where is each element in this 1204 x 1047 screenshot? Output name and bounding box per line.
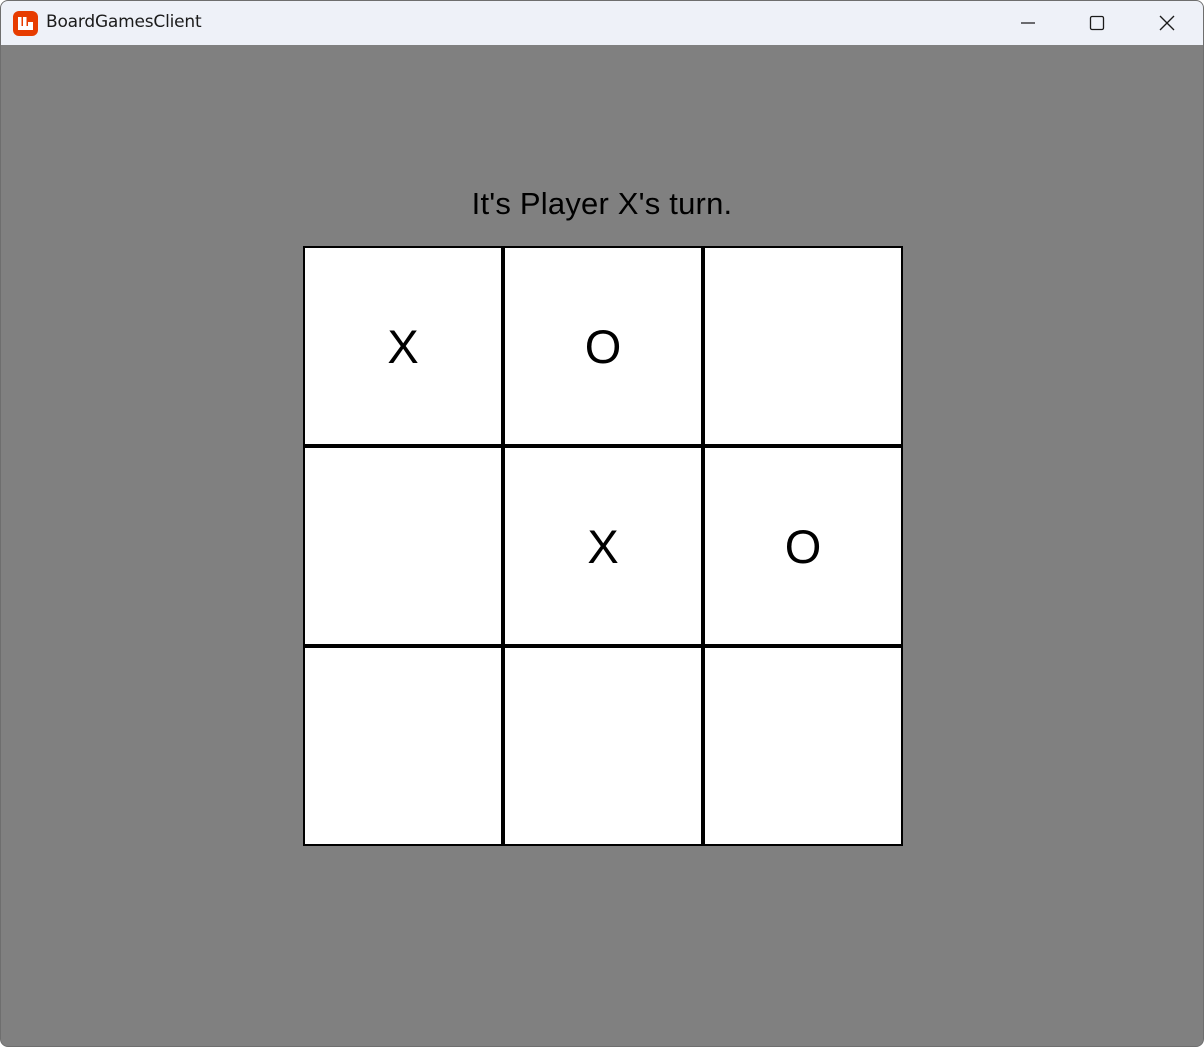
- turn-status-text: It's Player X's turn.: [471, 186, 733, 221]
- minimize-button[interactable]: [993, 1, 1063, 45]
- board-cell-r1-c1[interactable]: X: [303, 246, 503, 446]
- board-cell-r3-c2[interactable]: [503, 646, 703, 846]
- minimize-icon: [1021, 22, 1035, 24]
- board-cell-r3-c1[interactable]: [303, 646, 503, 846]
- tic-tac-toe-board: X O X O: [303, 246, 903, 846]
- close-icon: [1159, 15, 1175, 31]
- board-cell-r1-c3[interactable]: [703, 246, 903, 446]
- close-button[interactable]: [1132, 1, 1202, 45]
- maximize-button[interactable]: [1062, 1, 1132, 45]
- maximize-icon: [1089, 15, 1105, 31]
- game-canvas: It's Player X's turn. X O X O: [1, 45, 1203, 1046]
- title-bar[interactable]: BoardGamesClient: [1, 1, 1203, 45]
- window-title: BoardGamesClient: [46, 12, 202, 32]
- board-cell-r2-c2[interactable]: X: [503, 446, 703, 646]
- board-cell-r1-c2[interactable]: O: [503, 246, 703, 446]
- monogame-logo-icon: [13, 11, 38, 36]
- board-cell-r2-c3[interactable]: O: [703, 446, 903, 646]
- app-window: BoardGamesClient It's Player X's turn. X…: [0, 0, 1204, 1047]
- board-cell-r2-c1[interactable]: [303, 446, 503, 646]
- board-cell-r3-c3[interactable]: [703, 646, 903, 846]
